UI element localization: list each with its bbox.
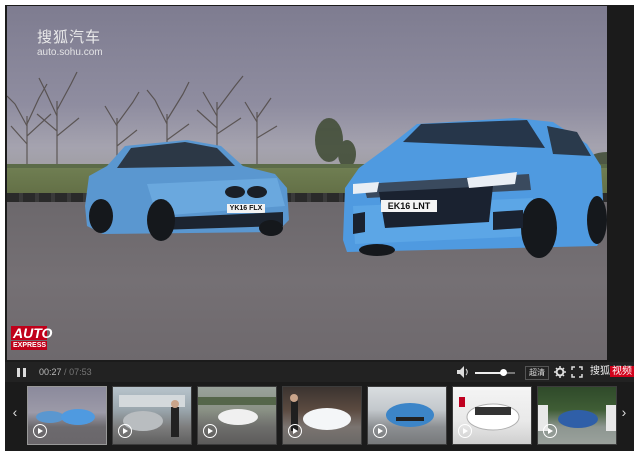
play-icon bbox=[458, 424, 472, 438]
play-icon bbox=[203, 424, 217, 438]
chevron-right-icon[interactable]: › bbox=[617, 382, 631, 451]
gear-icon[interactable] bbox=[554, 362, 566, 382]
playlist-thumb[interactable] bbox=[367, 386, 447, 445]
fullscreen-icon[interactable] bbox=[571, 362, 583, 382]
playlist-thumb[interactable] bbox=[197, 386, 277, 445]
play-icon bbox=[373, 424, 387, 438]
current-time: 00:27 bbox=[39, 367, 62, 377]
sohu-watermark-url: auto.sohu.com bbox=[37, 47, 103, 58]
video-player: YK16 FLX EK16 LNT 搜狐汽车 auto.sohu.com AUT… bbox=[5, 5, 634, 451]
playlist-strip: ‹ › bbox=[5, 382, 634, 451]
play-icon bbox=[118, 424, 132, 438]
quality-selector[interactable]: 超清 bbox=[525, 366, 549, 380]
time-separator: / bbox=[64, 367, 67, 377]
auto-express-logo: AUTO EXPRESS bbox=[11, 325, 53, 360]
plate-right: EK16 LNT bbox=[387, 201, 431, 211]
duration: 07:53 bbox=[69, 367, 92, 377]
volume-fill bbox=[475, 372, 503, 374]
play-icon bbox=[33, 424, 47, 438]
control-bar: 00:27 / 07:53 超清 搜狐 视频 bbox=[5, 362, 634, 382]
playlist-thumb[interactable] bbox=[452, 386, 532, 445]
playlist-thumb[interactable] bbox=[282, 386, 362, 445]
playlist-thumb[interactable] bbox=[537, 386, 617, 445]
volume-knob[interactable] bbox=[500, 369, 507, 376]
volume-slider[interactable] bbox=[475, 369, 515, 376]
brand-text: 搜狐 bbox=[590, 366, 610, 377]
speaker-icon[interactable] bbox=[456, 362, 470, 382]
pause-button[interactable] bbox=[16, 362, 28, 382]
logo-line-1: AUTO bbox=[11, 325, 53, 341]
video-frame[interactable]: YK16 FLX EK16 LNT 搜狐汽车 auto.sohu.com AUT… bbox=[7, 6, 607, 360]
time-display: 00:27 / 07:53 bbox=[39, 362, 92, 382]
play-icon bbox=[543, 424, 557, 438]
chevron-left-icon[interactable]: ‹ bbox=[8, 382, 22, 451]
sohu-watermark: 搜狐汽车 bbox=[37, 29, 102, 46]
logo-line-2: EXPRESS bbox=[11, 341, 47, 350]
brand-badge: 视频 bbox=[610, 366, 634, 377]
playlist-thumb[interactable] bbox=[112, 386, 192, 445]
playlist-thumb[interactable] bbox=[27, 386, 107, 445]
car-right-focus bbox=[343, 118, 607, 258]
play-icon bbox=[288, 424, 302, 438]
sohu-video-brand[interactable]: 搜狐 视频 bbox=[590, 362, 634, 382]
